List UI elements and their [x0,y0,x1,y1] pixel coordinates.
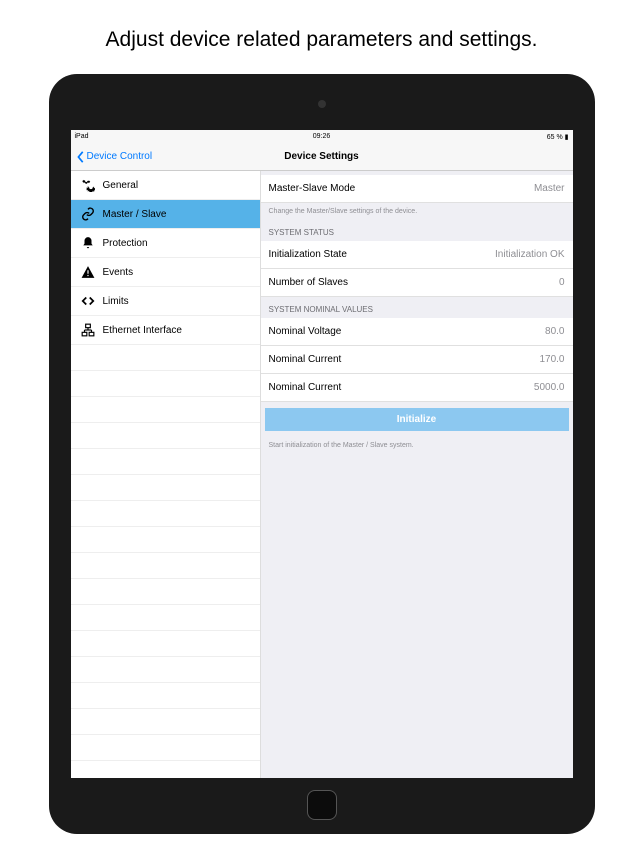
statusbar-battery: 65 % ▮ [547,133,569,141]
statusbar-carrier: iPad [75,133,89,140]
empty-row [71,553,260,579]
bell-icon [79,236,97,250]
warning-icon [79,265,97,279]
section-header-status: SYSTEM STATUS [261,220,573,241]
sidebar-item-events[interactable]: Events [71,258,260,287]
sidebar-item-protection[interactable]: Protection [71,229,260,258]
row-nominal-current-2: Nominal Current 5000.0 [261,374,573,402]
row-value: 5000.0 [534,382,565,393]
row-value: Master [534,183,565,194]
sidebar-item-limits[interactable]: Limits [71,287,260,316]
row-label: Initialization State [269,249,347,260]
row-nominal-voltage: Nominal Voltage 80.0 [261,318,573,346]
sidebar: General Master / Slave Protection [71,171,261,778]
ipad-frame: iPad 09:26 65 % ▮ Device Control Device … [49,74,595,834]
row-label: Number of Slaves [269,277,348,288]
empty-row [71,579,260,605]
empty-row [71,501,260,527]
section-note: Start initialization of the Master / Sla… [261,437,573,454]
sidebar-item-label: General [103,180,139,191]
empty-row [71,345,260,371]
back-label: Device Control [87,151,153,162]
sidebar-item-general[interactable]: General [71,171,260,200]
row-nominal-current-1: Nominal Current 170.0 [261,346,573,374]
section-header-nominal: SYSTEM NOMINAL VALUES [261,297,573,318]
sidebar-item-ethernet[interactable]: Ethernet Interface [71,316,260,345]
row-value: 170.0 [539,354,564,365]
row-num-slaves: Number of Slaves 0 [261,269,573,297]
empty-row [71,423,260,449]
statusbar-time: 09:26 [313,133,331,140]
network-icon [79,323,97,337]
row-value: Initialization OK [495,249,564,260]
chevron-left-icon [77,151,85,163]
empty-row [71,657,260,683]
empty-row [71,683,260,709]
empty-row [71,475,260,501]
promo-heading: Adjust device related parameters and set… [0,0,643,74]
sidebar-item-master-slave[interactable]: Master / Slave [71,200,260,229]
row-master-slave-mode[interactable]: Master-Slave Mode Master [261,175,573,203]
row-value: 80.0 [545,326,564,337]
section-note: Change the Master/Slave settings of the … [261,203,573,220]
app-screen: iPad 09:26 65 % ▮ Device Control Device … [71,130,573,778]
page-title: Device Settings [284,151,358,162]
link-icon [79,207,97,221]
empty-row [71,709,260,735]
row-value: 0 [559,277,565,288]
navbar: Device Control Device Settings [71,143,573,171]
detail-pane: Master-Slave Mode Master Change the Mast… [261,171,573,778]
sidebar-item-label: Limits [103,296,129,307]
empty-row [71,371,260,397]
ipad-home-button[interactable] [307,790,337,820]
empty-row [71,605,260,631]
ipad-camera [318,100,326,108]
sidebar-item-label: Events [103,267,134,278]
empty-row [71,631,260,657]
row-label: Master-Slave Mode [269,183,356,194]
back-button[interactable]: Device Control [77,151,153,163]
initialize-button[interactable]: Initialize [265,408,569,431]
statusbar: iPad 09:26 65 % ▮ [71,130,573,143]
gears-icon [79,178,97,192]
empty-row [71,397,260,423]
sidebar-item-label: Protection [103,238,148,249]
code-brackets-icon [79,294,97,308]
sidebar-item-label: Ethernet Interface [103,325,183,336]
row-label: Nominal Current [269,382,342,393]
row-label: Nominal Voltage [269,326,342,337]
row-init-state: Initialization State Initialization OK [261,241,573,269]
empty-row [71,449,260,475]
empty-row [71,735,260,761]
empty-row [71,527,260,553]
row-label: Nominal Current [269,354,342,365]
sidebar-item-label: Master / Slave [103,209,167,220]
